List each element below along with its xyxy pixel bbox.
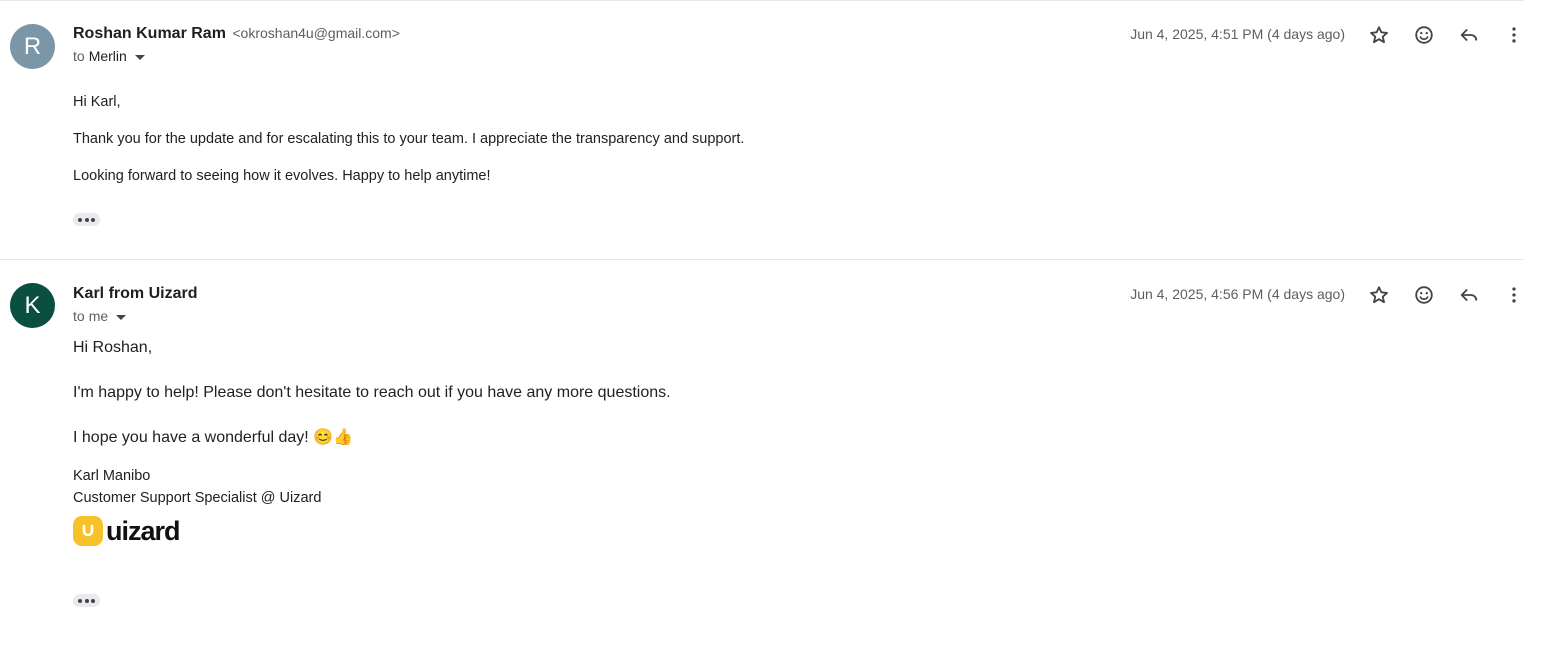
avatar[interactable]: K	[10, 283, 55, 328]
star-button[interactable]	[1362, 281, 1396, 309]
add-reaction-button[interactable]	[1407, 21, 1441, 49]
sender-line: Roshan Kumar Ram <okroshan4u@gmail.com>	[73, 25, 400, 43]
dot	[90, 598, 95, 603]
email-thread: R Roshan Kumar Ram <okroshan4u@gmail.com…	[0, 0, 1546, 662]
star-icon	[1370, 26, 1388, 44]
show-details-caret-icon[interactable]	[116, 314, 127, 320]
to-label: to	[73, 308, 85, 324]
email-message: K Karl from Uizard to me Jun 4, 2025, 4:…	[0, 260, 1546, 662]
add-reaction-icon	[1415, 286, 1433, 304]
signature: Karl Manibo Customer Support Specialist …	[73, 465, 671, 546]
body-line: I'm happy to help! Please don't hesitate…	[73, 384, 671, 401]
reply-icon	[1460, 288, 1478, 302]
sender-line: Karl from Uizard	[73, 285, 197, 303]
body-line: Hi Karl,	[73, 94, 121, 110]
message-body: Hi Roshan, I'm happy to help! Please don…	[73, 339, 671, 546]
more-vert-icon	[1512, 27, 1516, 43]
smile-mark-icon	[82, 524, 94, 537]
dot	[84, 598, 89, 603]
recipient-line: to me	[73, 308, 127, 324]
star-button[interactable]	[1362, 21, 1396, 49]
message-actions	[1362, 281, 1542, 309]
signature-name: Karl Manibo	[73, 468, 151, 484]
message-actions	[1362, 21, 1542, 49]
body-line: Thank you for the update and for escalat…	[73, 131, 745, 147]
avatar-letter: K	[24, 291, 41, 319]
signature-title: Customer Support Specialist @ Uizard	[73, 490, 322, 506]
show-trimmed-content-button[interactable]	[73, 213, 100, 226]
uizard-logo-icon	[73, 516, 103, 546]
uizard-logo: uizard	[73, 516, 671, 546]
message-date: Jun 4, 2025, 4:51 PM (4 days ago)	[1130, 26, 1345, 42]
body-line: I hope you have a wonderful day! 😊👍	[73, 429, 354, 446]
reply-icon	[1460, 28, 1478, 42]
show-trimmed-content-button[interactable]	[73, 594, 100, 607]
dot	[90, 217, 95, 222]
more-options-button[interactable]	[1497, 21, 1531, 49]
reply-button[interactable]	[1452, 281, 1486, 309]
sender-name[interactable]: Karl from Uizard	[73, 285, 197, 302]
star-icon	[1370, 286, 1388, 304]
avatar-letter: R	[23, 32, 42, 60]
message-date: Jun 4, 2025, 4:56 PM (4 days ago)	[1130, 286, 1345, 302]
show-details-caret-icon[interactable]	[134, 54, 145, 60]
avatar[interactable]: R	[10, 24, 55, 69]
add-reaction-icon	[1415, 26, 1433, 44]
logo-wordmark: uizard	[106, 516, 181, 546]
email-message: R Roshan Kumar Ram <okroshan4u@gmail.com…	[0, 0, 1546, 259]
message-body: Hi Karl, Thank you for the update and fo…	[73, 93, 744, 204]
body-line: Hi Roshan,	[73, 339, 153, 356]
recipient-name: Merlin	[88, 48, 127, 64]
show-trimmed-content-icon	[78, 217, 83, 222]
sender-name[interactable]: Roshan Kumar Ram	[73, 25, 226, 42]
recipient-name: me	[88, 308, 109, 324]
dot	[84, 217, 89, 222]
show-trimmed-content-icon	[78, 598, 83, 603]
more-vert-icon	[1512, 287, 1516, 303]
sender-email: <okroshan4u@gmail.com>	[232, 25, 400, 41]
recipient-line: to Merlin	[73, 48, 145, 64]
to-label: to	[73, 48, 85, 64]
more-options-button[interactable]	[1497, 281, 1531, 309]
body-line: Looking forward to seeing how it evolves…	[73, 168, 491, 184]
reply-button[interactable]	[1452, 21, 1486, 49]
add-reaction-button[interactable]	[1407, 281, 1441, 309]
